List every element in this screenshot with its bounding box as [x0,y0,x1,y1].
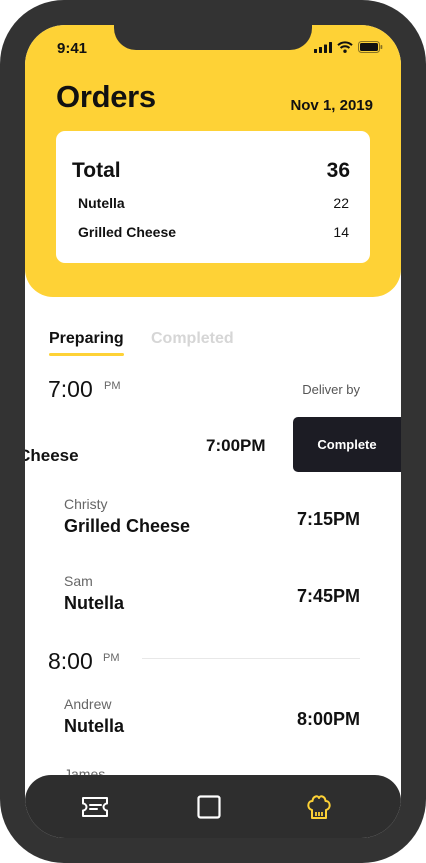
status-time: 9:41 [57,40,88,57]
square-icon[interactable] [193,793,225,821]
orders-header: 9:41 Orders Nov 1, 2019 Total 36 Nutella… [25,25,401,297]
ticket-icon[interactable] [79,793,111,821]
summary-card: Total 36 Nutella 22 Grilled Cheese 14 [56,131,370,263]
order-item[interactable]: Grilled Cheese [64,516,190,537]
time-slot-suffix: PM [104,380,121,392]
chef-hat-icon[interactable] [303,793,335,821]
phone-frame: 9:41 Orders Nov 1, 2019 Total 36 Nutella… [0,0,426,863]
order-time: 7:45PM [296,586,360,606]
time-slot-suffix: PM [103,652,120,664]
active-tab-indicator [49,353,124,356]
signal-icon [314,41,332,53]
order-customer: Sam [64,573,93,589]
time-slot-hour: 7:00 [48,376,93,402]
summary-total-label: Total [72,159,121,182]
tab-preparing[interactable]: Preparing [49,330,124,348]
swiped-order-time[interactable]: 7:00PM [206,436,266,456]
order-customer: Andrew [64,696,112,712]
tab-completed[interactable]: Completed [151,330,234,348]
order-item[interactable]: Nutella [64,593,124,614]
deliver-by-label: Deliver by [302,382,360,397]
bottom-tab-bar [25,775,401,838]
order-time: 8:00PM [296,709,360,729]
wifi-icon [337,41,353,53]
page-date: Nov 1, 2019 [290,97,373,114]
order-time: 7:15PM [296,509,360,529]
screen: 9:41 Orders Nov 1, 2019 Total 36 Nutella… [25,25,401,838]
battery-icon [358,41,383,53]
summary-row-value: 22 [333,195,349,211]
notch [114,25,312,50]
slot-divider [142,658,360,659]
order-item[interactable]: Nutella [64,716,124,737]
summary-row-value: 14 [333,224,349,240]
order-customer: Christy [64,496,108,512]
complete-button[interactable]: Complete [293,417,401,472]
time-slot-hour: 8:00 [48,648,93,674]
summary-row-label: Nutella [78,195,125,211]
summary-row-label: Grilled Cheese [78,224,177,240]
status-icons [314,41,383,53]
swiped-order-item[interactable]: d Cheese [25,446,79,466]
page-title: Orders [56,79,156,114]
summary-total-value: 36 [326,159,350,182]
